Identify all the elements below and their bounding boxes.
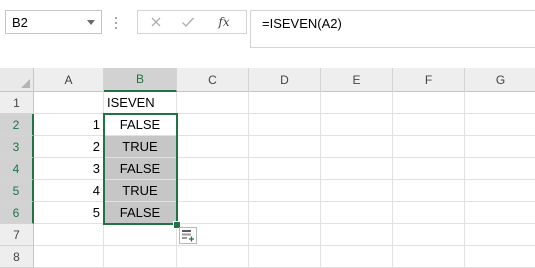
empty-cell[interactable] bbox=[321, 114, 393, 136]
column-header-b[interactable]: B bbox=[104, 68, 177, 92]
empty-cell[interactable] bbox=[177, 158, 249, 180]
empty-cell[interactable] bbox=[321, 202, 393, 224]
empty-cell[interactable] bbox=[393, 180, 465, 202]
empty-cell[interactable] bbox=[465, 246, 535, 268]
empty-cell[interactable] bbox=[393, 202, 465, 224]
row-header-2[interactable]: 2 bbox=[0, 114, 34, 136]
formula-bar-area: B2 fx =ISEVEN(A2) bbox=[0, 0, 535, 68]
row-header-3[interactable]: 3 bbox=[0, 136, 34, 158]
empty-cell[interactable] bbox=[465, 114, 535, 136]
row-header-6[interactable]: 6 bbox=[0, 202, 34, 224]
empty-cell[interactable] bbox=[393, 136, 465, 158]
empty-cell[interactable] bbox=[393, 224, 465, 246]
empty-cell[interactable] bbox=[177, 92, 249, 114]
empty-cell[interactable] bbox=[249, 202, 321, 224]
empty-cell[interactable] bbox=[249, 246, 321, 268]
cell-a4[interactable]: 3 bbox=[34, 158, 104, 180]
cell-a5[interactable]: 4 bbox=[34, 180, 104, 202]
empty-cell[interactable] bbox=[465, 224, 535, 246]
empty-cell[interactable] bbox=[104, 246, 177, 268]
cell-b3[interactable]: TRUE bbox=[104, 136, 177, 158]
quick-analysis-button[interactable] bbox=[179, 227, 197, 244]
formula-buttons: fx bbox=[137, 10, 247, 34]
empty-cell[interactable] bbox=[393, 158, 465, 180]
empty-cell[interactable] bbox=[321, 224, 393, 246]
empty-cell[interactable] bbox=[34, 246, 104, 268]
cell-b1[interactable]: ISEVEN bbox=[104, 92, 177, 114]
empty-cell[interactable] bbox=[465, 202, 535, 224]
column-header-d[interactable]: D bbox=[249, 68, 321, 92]
empty-cell[interactable] bbox=[465, 180, 535, 202]
worksheet-grid: A B C D E F G 1 2 3 4 5 6 7 8 1 2 3 4 5 … bbox=[0, 68, 535, 268]
empty-cell[interactable] bbox=[465, 136, 535, 158]
empty-cell[interactable] bbox=[393, 114, 465, 136]
empty-cell[interactable] bbox=[34, 224, 104, 246]
cell-a2[interactable]: 1 bbox=[34, 114, 104, 136]
quick-analysis-icon bbox=[182, 230, 194, 242]
fx-icon: fx bbox=[218, 15, 230, 29]
column-header-e[interactable]: E bbox=[321, 68, 393, 92]
empty-cell[interactable] bbox=[249, 92, 321, 114]
column-header-a[interactable]: A bbox=[34, 68, 104, 92]
empty-cell[interactable] bbox=[177, 246, 249, 268]
insert-function-button[interactable]: fx bbox=[210, 11, 238, 33]
empty-cell[interactable] bbox=[177, 136, 249, 158]
empty-cell[interactable] bbox=[465, 158, 535, 180]
empty-cell[interactable] bbox=[393, 246, 465, 268]
empty-cell[interactable] bbox=[321, 246, 393, 268]
row-header-8[interactable]: 8 bbox=[0, 246, 34, 268]
empty-cell[interactable] bbox=[104, 224, 177, 246]
empty-cell[interactable] bbox=[465, 92, 535, 114]
column-header-f[interactable]: F bbox=[393, 68, 465, 92]
empty-cell[interactable] bbox=[177, 180, 249, 202]
name-box-value: B2 bbox=[12, 15, 28, 30]
chevron-down-icon[interactable] bbox=[87, 20, 95, 25]
empty-cell[interactable] bbox=[177, 202, 249, 224]
cell-b2[interactable]: FALSE bbox=[104, 114, 177, 136]
column-header-c[interactable]: C bbox=[177, 68, 249, 92]
row-header-7[interactable]: 7 bbox=[0, 224, 34, 246]
close-icon[interactable] bbox=[142, 11, 170, 33]
empty-cell[interactable] bbox=[393, 92, 465, 114]
empty-cell[interactable] bbox=[321, 180, 393, 202]
drag-handle-icon[interactable] bbox=[114, 17, 118, 29]
check-icon[interactable] bbox=[174, 11, 202, 33]
empty-cell[interactable] bbox=[321, 92, 393, 114]
empty-cell[interactable] bbox=[249, 158, 321, 180]
select-all-button[interactable] bbox=[0, 68, 34, 92]
formula-text: =ISEVEN(A2) bbox=[262, 16, 342, 31]
empty-cell[interactable] bbox=[321, 136, 393, 158]
empty-cell[interactable] bbox=[249, 224, 321, 246]
select-all-icon bbox=[21, 79, 30, 88]
cell-b6[interactable]: FALSE bbox=[104, 202, 177, 224]
row-header-5[interactable]: 5 bbox=[0, 180, 34, 202]
column-header-g[interactable]: G bbox=[465, 68, 535, 92]
empty-cell[interactable] bbox=[34, 92, 104, 114]
empty-cell[interactable] bbox=[249, 114, 321, 136]
empty-cell[interactable] bbox=[321, 158, 393, 180]
empty-cell[interactable] bbox=[249, 136, 321, 158]
cell-b4[interactable]: FALSE bbox=[104, 158, 177, 180]
cell-a6[interactable]: 5 bbox=[34, 202, 104, 224]
empty-cell[interactable] bbox=[249, 180, 321, 202]
cell-b5[interactable]: TRUE bbox=[104, 180, 177, 202]
name-box[interactable]: B2 bbox=[5, 10, 102, 34]
formula-input[interactable]: =ISEVEN(A2) bbox=[250, 10, 535, 48]
cell-a3[interactable]: 2 bbox=[34, 136, 104, 158]
row-header-1[interactable]: 1 bbox=[0, 92, 34, 114]
row-header-4[interactable]: 4 bbox=[0, 158, 34, 180]
empty-cell[interactable] bbox=[177, 114, 249, 136]
